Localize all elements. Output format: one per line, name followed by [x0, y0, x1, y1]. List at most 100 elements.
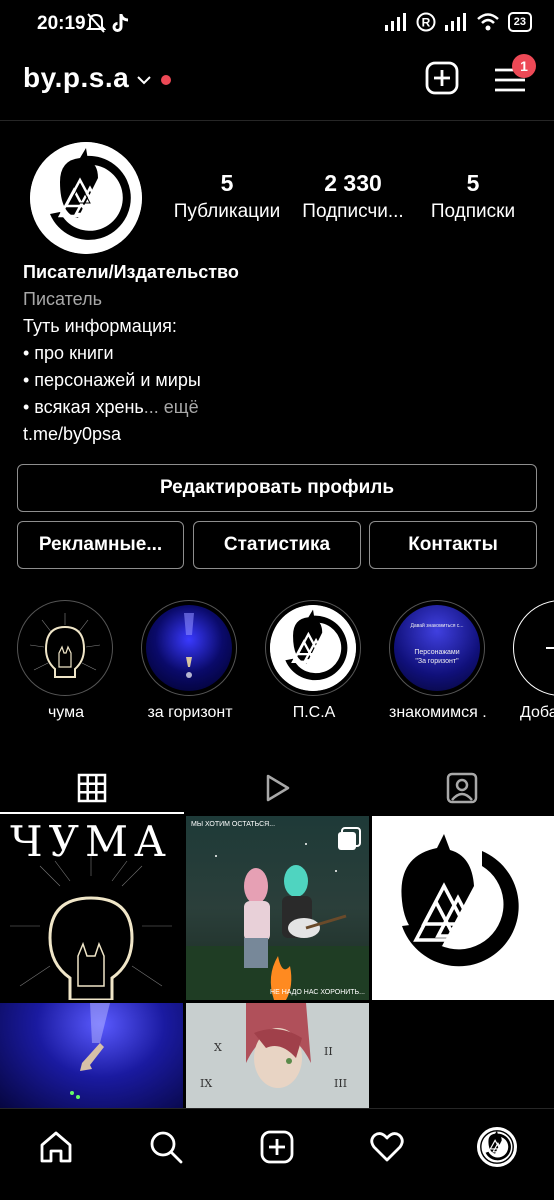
tab-reels[interactable]	[185, 762, 369, 814]
highlight-cover-text: Персонажами	[414, 649, 460, 656]
highlight-cover: Давай знакомиться с... Персонажами "За г…	[394, 605, 480, 691]
stat-label: Подписчи...	[302, 201, 404, 222]
bio-line: • всякая хрень	[23, 397, 144, 417]
highlight-ring: Давай знакомиться с... Персонажами "За г…	[389, 600, 485, 696]
bio-link[interactable]: t.me/by0psa	[23, 421, 533, 448]
battery-indicator: 23	[507, 12, 532, 32]
ads-button[interactable]: Рекламные...	[17, 521, 184, 569]
highlight-znakomimsya[interactable]: Давай знакомиться с... Персонажами "За г…	[389, 600, 487, 722]
profile-avatar-icon	[477, 1127, 517, 1167]
svg-text:R: R	[421, 16, 430, 30]
grid-icon	[77, 773, 107, 803]
reels-icon	[266, 774, 290, 802]
nav-home[interactable]	[36, 1127, 76, 1167]
wifi-icon	[476, 13, 499, 31]
profile-header: by.p.s.a 1	[0, 54, 554, 106]
highlight-label: за горизонт	[147, 704, 233, 721]
highlight-label: знакомимся ...	[389, 704, 487, 721]
tab-tagged[interactable]	[370, 762, 554, 814]
clock-girl-art: X II IX III	[200, 1003, 347, 1090]
highlight-label: П.С.А	[292, 704, 336, 721]
bio-more-link[interactable]: ... ещё	[144, 397, 199, 417]
blue-hand-art	[70, 1003, 110, 1099]
nav-activity[interactable]	[367, 1127, 407, 1167]
profile-category: Писатель	[23, 289, 102, 309]
highlight-cover	[518, 605, 554, 691]
highlight-label: Доба	[520, 704, 554, 721]
nav-search[interactable]	[146, 1127, 186, 1167]
stat-value: 5	[220, 170, 234, 196]
edit-profile-button[interactable]: Редактировать профиль	[17, 464, 537, 512]
highlight-ring	[513, 600, 554, 696]
clock-numeral: III	[334, 1077, 347, 1090]
header-divider	[0, 120, 554, 121]
stat-posts[interactable]: 5 Публикации	[168, 170, 286, 223]
home-icon	[40, 1131, 72, 1163]
search-icon	[150, 1131, 183, 1164]
username[interactable]: by.p.s.a	[23, 62, 129, 94]
profile-name: Писатели/Издательство	[23, 262, 239, 282]
post-caption: НЕ НАДО НАС ХОРОНИТЬ...	[270, 989, 365, 996]
bio-line: Туть информация:	[23, 316, 177, 336]
psa-logo	[270, 605, 356, 691]
post-thumbnail-clock-girl[interactable]: X II IX III	[186, 1003, 369, 1108]
bottom-navigation	[0, 1108, 554, 1200]
signal-icon	[384, 13, 406, 31]
highlight-ring	[17, 600, 113, 696]
highlight-cover	[146, 605, 232, 691]
post-caption: МЫ ХОТИМ ОСТАТЬСЯ...	[191, 821, 276, 828]
plus-icon	[546, 647, 554, 649]
notification-badge: 1	[512, 54, 536, 78]
highlight-ring	[141, 600, 237, 696]
contacts-button[interactable]: Контакты	[369, 521, 537, 569]
stat-value: 2 330	[324, 170, 382, 196]
psa-logo	[30, 142, 142, 254]
bio-line-with-more: • всякая хрень... ещё	[23, 394, 533, 421]
signal-icon	[444, 13, 466, 31]
avatar[interactable]	[30, 142, 142, 254]
nav-create[interactable]	[257, 1127, 297, 1167]
chuma-art: ЧУМА	[10, 817, 172, 1000]
lightbulb-cat-art	[29, 613, 101, 678]
blue-light-art	[184, 613, 194, 678]
stat-label: Публикации	[173, 201, 281, 222]
tiktok-icon	[112, 14, 129, 32]
highlight-psa[interactable]: П.С.А	[265, 600, 363, 722]
chevron-down-icon[interactable]	[136, 69, 152, 89]
clock-numeral: II	[324, 1045, 333, 1058]
add-post-button[interactable]	[424, 60, 460, 96]
highlight-cover-text: "За горизонт"	[415, 658, 459, 665]
nav-profile[interactable]	[477, 1127, 517, 1167]
post-thumbnail-chuma[interactable]: ЧУМА	[0, 816, 183, 1000]
highlight-cover	[22, 605, 108, 691]
post-thumbnail-blue-hand[interactable]	[0, 1003, 183, 1108]
active-tab-indicator	[0, 812, 184, 814]
post-thumbnail-gitar[interactable]: МЫ ХОТИМ ОСТАТЬСЯ... НЕ НАДО НАС ХОРОНИТ…	[186, 816, 369, 1000]
bio: Писатели/Издательство Писатель Туть инфо…	[23, 259, 533, 448]
bio-line: • про книги	[23, 343, 114, 363]
highlight-cover-text: Давай знакомиться с...	[410, 623, 464, 629]
bio-line: • персонажей и миры	[23, 370, 201, 390]
stat-following[interactable]: 5 Подписки	[418, 170, 528, 223]
stat-followers[interactable]: 2 330 Подписчи...	[294, 170, 412, 223]
statistics-button[interactable]: Статистика	[193, 521, 361, 569]
highlight-add-new[interactable]: Доба	[513, 600, 554, 722]
status-bar: 20:19 R 23	[0, 0, 554, 50]
post-thumbnail-psa-logo[interactable]	[372, 816, 554, 1000]
create-icon	[260, 1130, 294, 1164]
psa-logo	[401, 834, 519, 967]
status-time: 20:19	[37, 13, 86, 34]
highlight-chuma[interactable]: чума	[17, 600, 115, 722]
clock-numeral: IX	[200, 1077, 212, 1090]
highlight-za-gorizont[interactable]: за горизонт	[141, 600, 239, 722]
roaming-icon: R	[416, 12, 436, 32]
highlight-cover	[270, 605, 356, 691]
add-post-icon	[425, 61, 459, 95]
tab-posts-grid[interactable]	[0, 762, 184, 814]
menu-button[interactable]: 1	[492, 54, 536, 96]
stat-value: 5	[466, 170, 480, 196]
mute-icon	[86, 13, 106, 33]
tagged-icon	[446, 772, 478, 804]
guitar-couple-art	[186, 827, 369, 1000]
clock-numeral: X	[214, 1041, 222, 1054]
